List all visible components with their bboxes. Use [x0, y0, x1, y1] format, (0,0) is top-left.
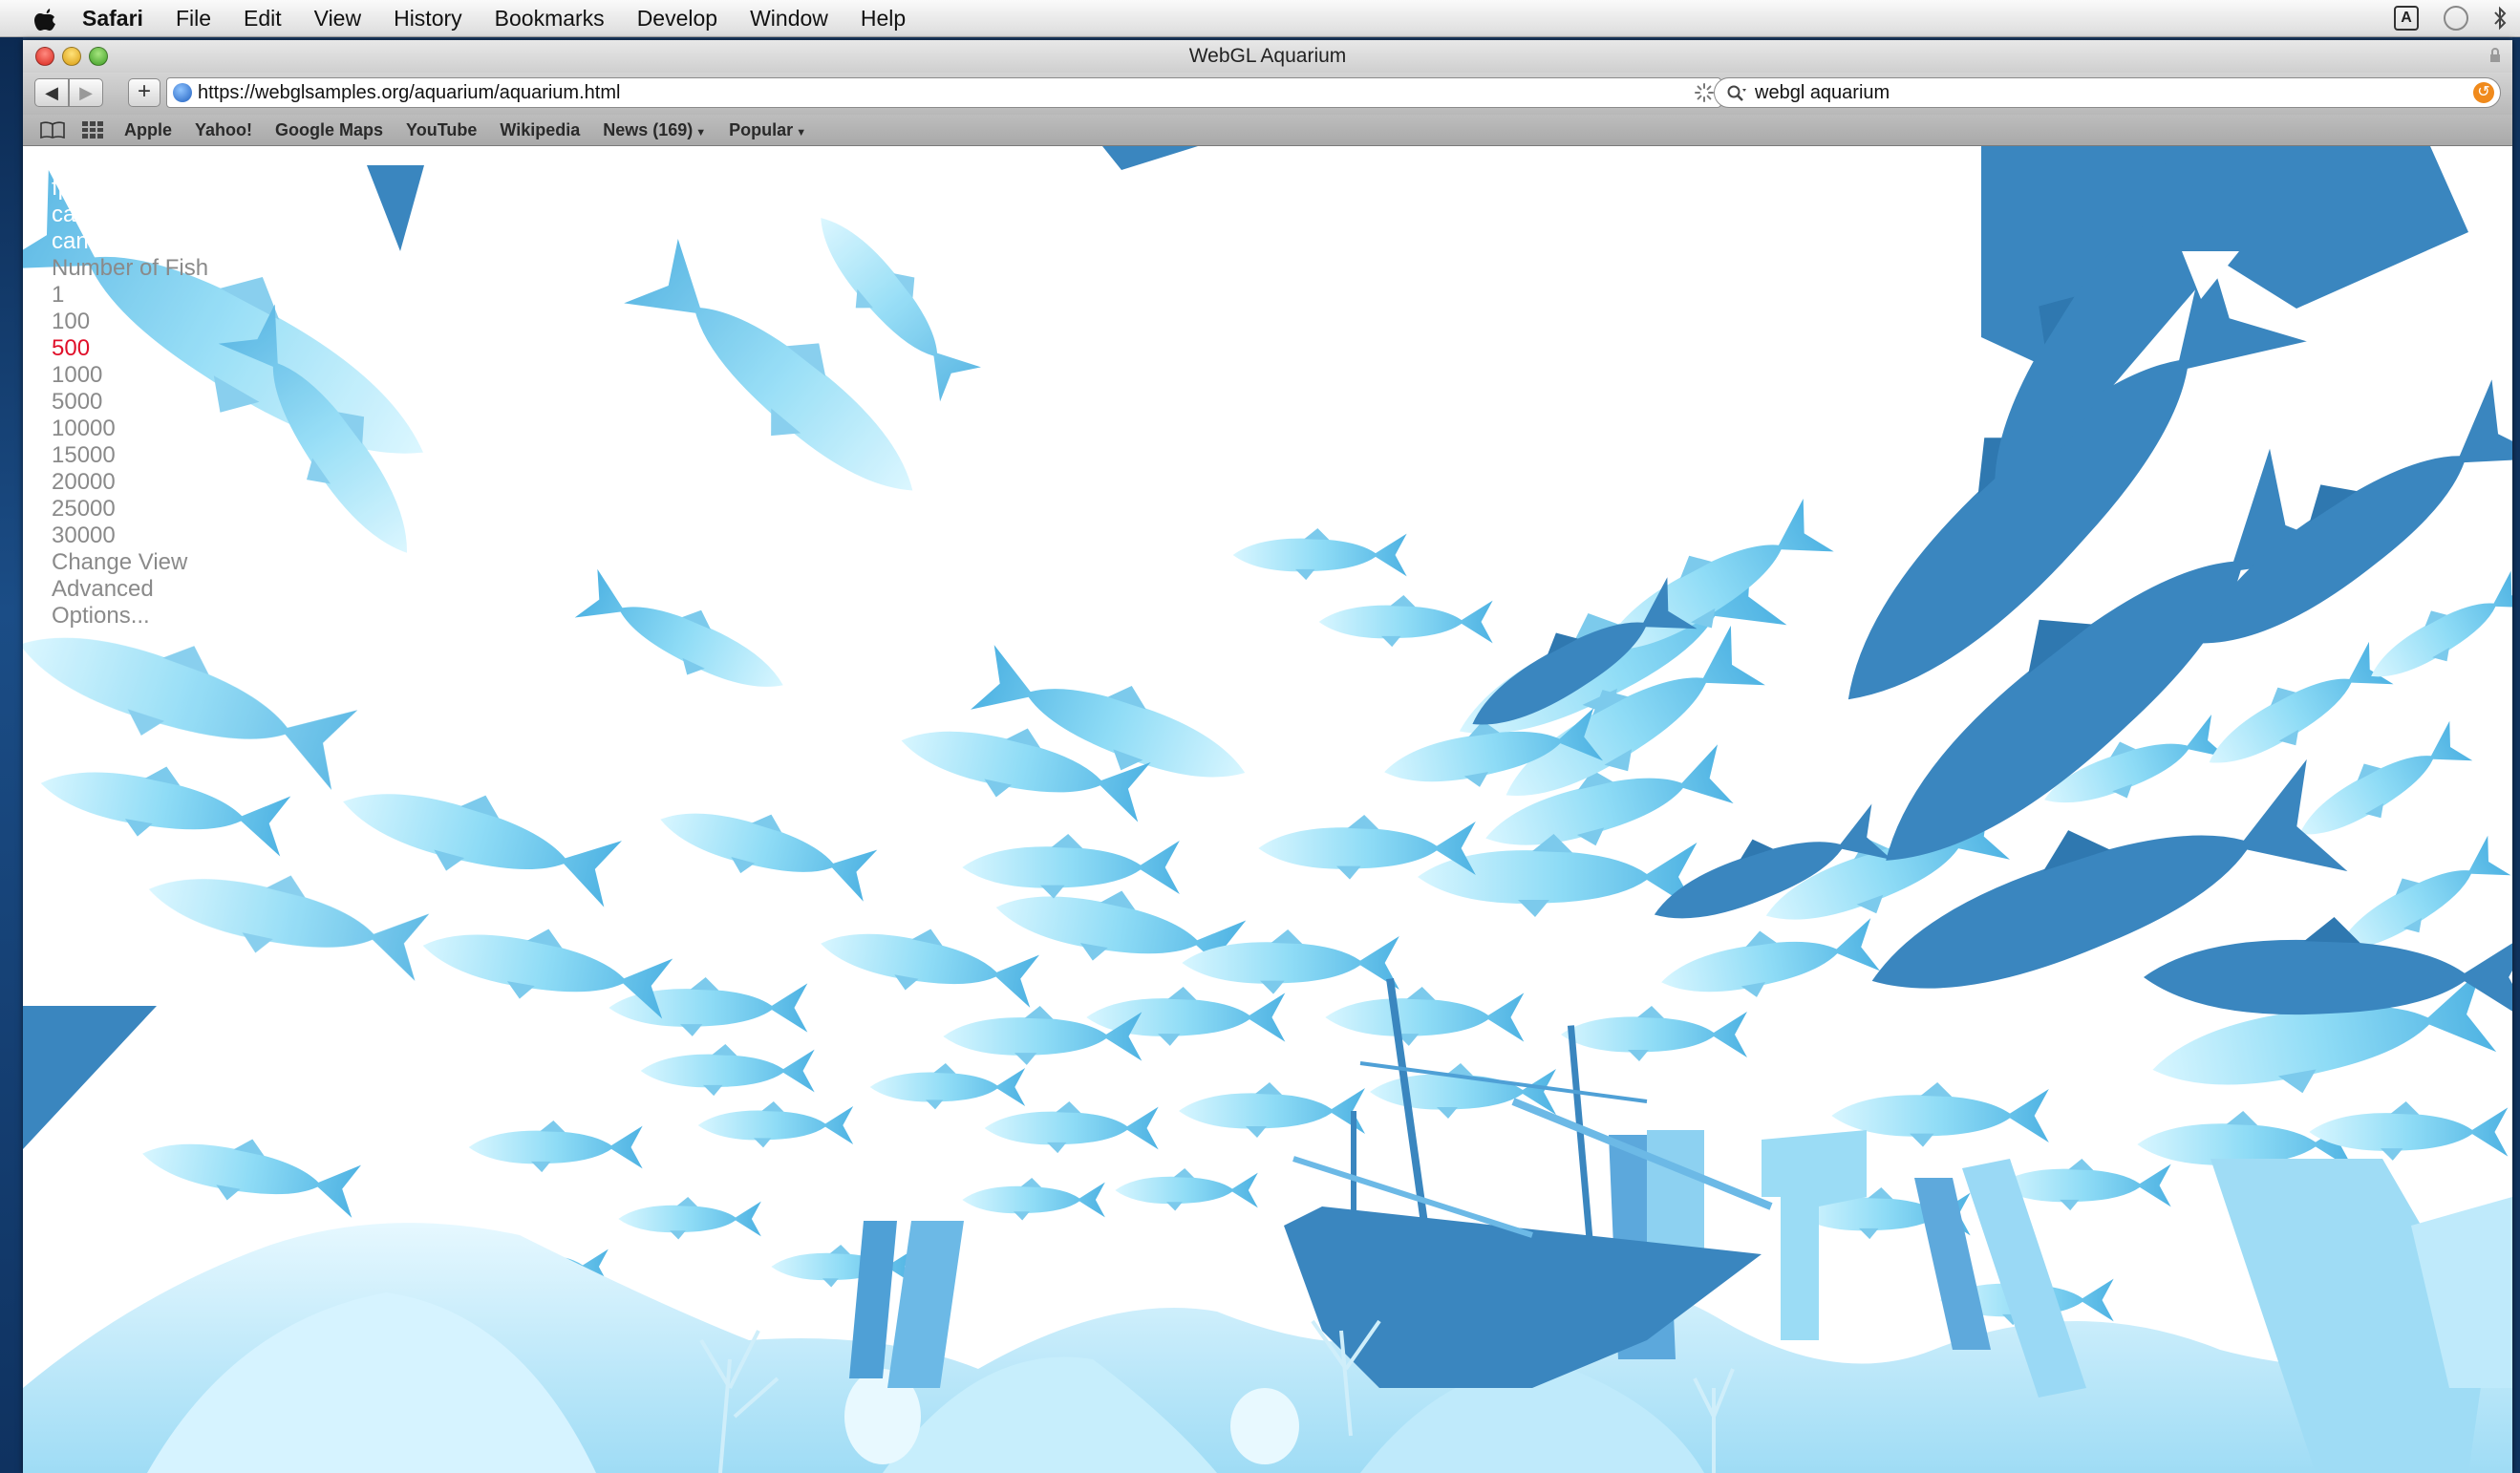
- menu-help[interactable]: Help: [861, 6, 906, 32]
- forward-button[interactable]: ▶: [69, 78, 103, 107]
- options-link[interactable]: Options...: [52, 603, 208, 630]
- time-machine-icon[interactable]: [2444, 6, 2468, 31]
- zoom-button[interactable]: [89, 47, 108, 66]
- menu-app-safari[interactable]: Safari: [82, 6, 143, 32]
- menu-bar: Safari File Edit View History Bookmarks …: [0, 0, 2520, 37]
- bookmark-news-folder[interactable]: News (169) ▼: [603, 120, 706, 140]
- snapback-icon[interactable]: ↺: [2473, 82, 2494, 103]
- menu-edit[interactable]: Edit: [244, 6, 282, 32]
- desktop-background: [0, 36, 23, 1473]
- search-field[interactable]: webgl aquarium ↺: [1714, 77, 2501, 108]
- title-bar: WebGL Aquarium: [23, 40, 2512, 73]
- canvas-size-readout: canvas: [52, 202, 125, 227]
- menu-develop[interactable]: Develop: [637, 6, 717, 32]
- bluetooth-icon[interactable]: [2493, 6, 2507, 31]
- fish-count-option[interactable]: 10000: [52, 416, 208, 442]
- browser-window: WebGL Aquarium ◀ ▶ + https://webglsample…: [23, 40, 2512, 1473]
- search-icon: [1727, 85, 1746, 101]
- aquarium-scene-art: [23, 146, 2512, 1473]
- bookmark-google-maps[interactable]: Google Maps: [275, 120, 383, 140]
- fish-count-option[interactable]: 1: [52, 282, 208, 309]
- chevron-down-icon: ▼: [695, 126, 707, 139]
- globe-icon: [173, 83, 192, 102]
- menu-file[interactable]: File: [176, 6, 211, 32]
- fish-count-option-selected[interactable]: 500: [52, 335, 208, 362]
- toolbar: ◀ ▶ + https://webglsamples.org/aquarium/…: [23, 73, 2512, 115]
- fish-count-option[interactable]: 100: [52, 309, 208, 335]
- bookmark-yahoo[interactable]: Yahoo!: [195, 120, 252, 140]
- bookmark-wikipedia[interactable]: Wikipedia: [500, 120, 580, 140]
- number-of-fish-label[interactable]: Number of Fish: [52, 255, 208, 282]
- address-url: https://webglsamples.org/aquarium/aquari…: [198, 82, 621, 103]
- chevron-down-icon: ▼: [796, 126, 807, 139]
- bookmark-youtube[interactable]: YouTube: [406, 120, 477, 140]
- fish-count-option[interactable]: 1000: [52, 362, 208, 389]
- fish-count-option[interactable]: 5000: [52, 389, 208, 416]
- menu-status-area: A: [2394, 6, 2507, 31]
- change-view-link[interactable]: Change View: [52, 549, 208, 576]
- apple-logo-icon[interactable]: [32, 5, 57, 32]
- toolbar-toggle-icon[interactable]: [2489, 48, 2501, 63]
- bookmark-popular-label: Popular: [729, 119, 794, 139]
- fish-count-option[interactable]: 30000: [52, 523, 208, 549]
- loading-spinner-icon[interactable]: [1694, 82, 1715, 103]
- bookmark-popular-folder[interactable]: Popular ▼: [729, 120, 806, 140]
- fps-readout: fps: 26: [52, 175, 121, 201]
- window-title: WebGL Aquarium: [1188, 45, 1347, 67]
- canvas-size-readout-2: canvas: [52, 228, 125, 254]
- search-query: webgl aquarium: [1755, 82, 1890, 103]
- fish-count-option[interactable]: 15000: [52, 442, 208, 469]
- minimize-button[interactable]: [62, 47, 81, 66]
- address-bar[interactable]: https://webglsamples.org/aquarium/aquari…: [166, 77, 1721, 108]
- input-menu-icon[interactable]: A: [2394, 6, 2419, 31]
- desktop-background-right: [2512, 36, 2520, 1473]
- top-sites-icon[interactable]: [82, 121, 103, 139]
- reading-list-icon[interactable]: [40, 121, 65, 139]
- back-button[interactable]: ◀: [34, 78, 69, 107]
- menu-history[interactable]: History: [394, 6, 462, 32]
- advanced-link[interactable]: Advanced: [52, 576, 208, 603]
- menu-view[interactable]: View: [314, 6, 361, 32]
- aquarium-ui-panel: fps: 26 canvas canvas Number of Fish 1 1…: [52, 175, 208, 630]
- aquarium-canvas[interactable]: fps: 26 canvas canvas Number of Fish 1 1…: [23, 146, 2512, 1473]
- menu-bookmarks[interactable]: Bookmarks: [495, 6, 605, 32]
- menu-window[interactable]: Window: [750, 6, 828, 32]
- bookmark-news-label: News (169): [603, 119, 694, 139]
- bookmarks-bar: Apple Yahoo! Google Maps YouTube Wikiped…: [23, 115, 2512, 146]
- close-button[interactable]: [35, 47, 54, 66]
- add-bookmark-button[interactable]: +: [128, 78, 160, 107]
- fish-count-option[interactable]: 25000: [52, 496, 208, 523]
- bookmark-apple[interactable]: Apple: [124, 120, 172, 140]
- fish-count-option[interactable]: 20000: [52, 469, 208, 496]
